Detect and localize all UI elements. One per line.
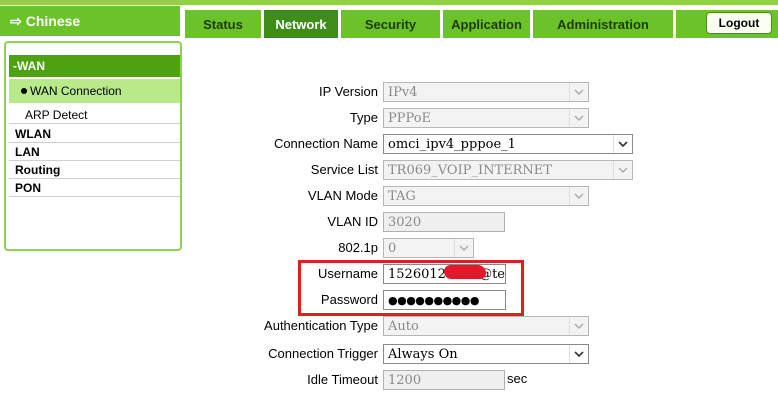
sidebar-item-routing[interactable]: Routing [9,161,180,179]
highlight-box [298,260,524,316]
bullet-icon [21,88,27,94]
sidebar-item-label: WAN Connection [30,84,122,98]
conn-trigger-label: Connection Trigger [268,346,378,361]
sidebar-item-wlan[interactable]: WLAN [9,125,180,143]
chevron-down-icon [569,109,588,127]
tab-application[interactable]: Application [443,10,530,38]
vlan-mode-select[interactable]: TAG [383,186,589,206]
conn-trigger-select[interactable]: Always On [383,344,589,364]
sidebar: -WAN WAN Connection ARP Detect WLAN LAN … [4,41,182,251]
dot1p-value: 0 [388,240,397,256]
service-list-select[interactable]: TR069_VOIP_INTERNET [383,160,633,180]
type-value: PPPoE [388,110,432,126]
idle-timeout-value: 1200 [388,372,422,388]
vlan-id-value: 3020 [388,214,422,230]
idle-timeout-unit: sec [507,371,528,386]
dot1p-label: 802.1p [338,240,378,255]
auth-type-select[interactable]: Auto [383,316,589,336]
sidebar-item-pon[interactable]: PON [9,179,180,197]
chevron-down-icon [569,317,588,335]
tab-security[interactable]: Security [341,10,440,38]
idle-timeout-input[interactable]: 1200 [383,370,505,390]
auth-type-value: Auto [388,318,419,334]
chevron-down-icon [454,239,473,257]
logout-button[interactable]: Logout [706,12,772,34]
connection-name-value: omci_ipv4_pppoe_1 [388,136,516,152]
chevron-down-icon [569,83,588,101]
tab-administration[interactable]: Administration [533,10,673,38]
ip-version-label: IP Version [318,84,378,99]
vlan-id-label: VLAN ID [327,214,378,229]
connection-name-label: Connection Name [273,136,378,151]
ip-version-select[interactable]: IPv4 [383,82,589,102]
idle-timeout-label: Idle Timeout [307,372,378,387]
language-label: Chinese [25,13,81,29]
type-label: Type [349,110,378,125]
service-list-value: TR069_VOIP_INTERNET [388,162,552,178]
vlan-mode-label: VLAN Mode [307,188,378,203]
service-list-label: Service List [310,162,378,177]
dot1p-select[interactable]: 0 [383,238,474,258]
chevron-down-icon [613,135,632,153]
vlan-id-input[interactable]: 3020 [383,212,505,232]
ip-version-value: IPv4 [388,84,418,100]
sidebar-section-wan[interactable]: -WAN [9,55,180,77]
language-switch[interactable]: ⇨ Chinese [0,6,180,36]
tab-status[interactable]: Status [185,10,261,38]
auth-type-label: Authentication Type [264,318,378,333]
connection-name-select[interactable]: omci_ipv4_pppoe_1 [383,134,633,154]
sidebar-item-arp-detect[interactable]: ARP Detect [9,106,180,124]
arrow-right-icon: ⇨ [10,12,22,29]
chevron-down-icon [613,161,632,179]
conn-trigger-value: Always On [388,346,458,362]
sidebar-item-lan[interactable]: LAN [9,143,180,161]
vlan-mode-value: TAG [388,188,416,204]
chevron-down-icon [569,187,588,205]
tab-network[interactable]: Network [264,10,338,38]
top-bar [0,0,778,5]
chevron-down-icon [569,345,588,363]
sidebar-item-wan-connection[interactable]: WAN Connection [9,79,180,103]
type-select[interactable]: PPPoE [383,108,589,128]
